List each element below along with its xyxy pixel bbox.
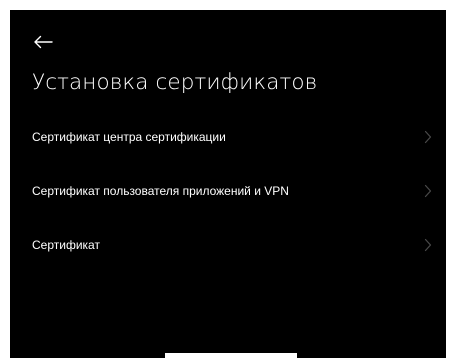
chevron-right-icon [424, 184, 432, 198]
chevron-right-icon [424, 130, 432, 144]
settings-screen: Установка сертификатов Сертификат центра… [10, 10, 446, 358]
certificate-options-list: Сертификат центра сертификации Сертифика… [10, 110, 446, 272]
chevron-right-icon [424, 238, 432, 252]
list-item-ca-certificate[interactable]: Сертификат центра сертификации [10, 110, 446, 164]
back-button[interactable] [32, 31, 54, 53]
list-item-label: Сертификат пользователя приложений и VPN [32, 184, 289, 198]
page-title: Установка сертификатов [32, 70, 318, 95]
list-item-user-app-vpn-certificate[interactable]: Сертификат пользователя приложений и VPN [10, 164, 446, 218]
list-item-label: Сертификат [32, 238, 100, 252]
list-item-label: Сертификат центра сертификации [32, 130, 226, 144]
home-indicator-bar[interactable] [165, 353, 297, 358]
list-item-certificate[interactable]: Сертификат [10, 218, 446, 272]
arrow-left-icon [34, 35, 53, 49]
